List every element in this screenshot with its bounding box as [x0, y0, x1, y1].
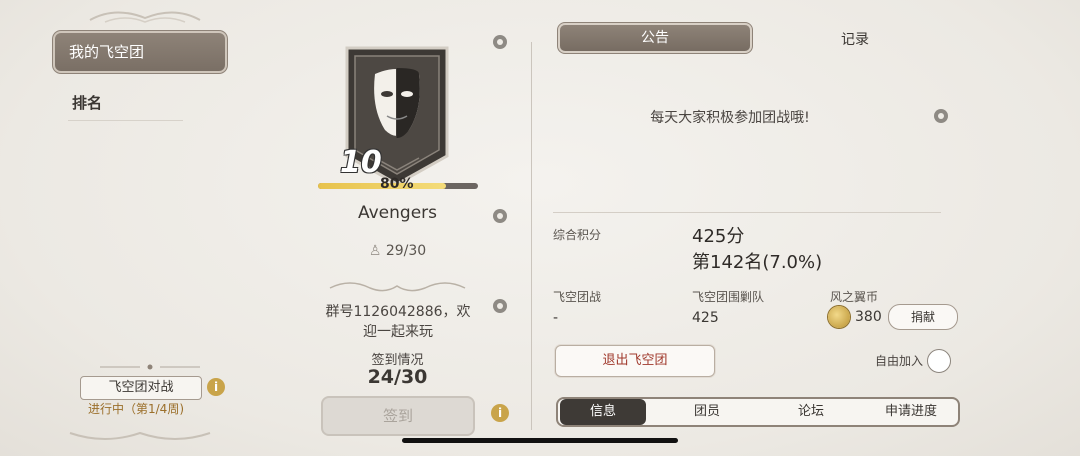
team-description: 群号1126042886，欢 迎一起来玩	[318, 302, 478, 342]
info-icon[interactable]: i	[207, 378, 225, 396]
description-line: 迎一起来玩	[363, 324, 433, 340]
my-team-button[interactable]: 我的飞空团	[55, 33, 225, 71]
team-battle-button[interactable]: 飞空团对战	[80, 376, 202, 400]
settings-gear-icon[interactable]	[491, 297, 509, 315]
tab-notice[interactable]: 公告	[560, 25, 750, 51]
rank-underline	[68, 120, 183, 121]
exp-percent: 80%	[380, 176, 414, 192]
bottom-left-ornament	[69, 431, 211, 440]
rank-menu-item[interactable]: 排名	[72, 92, 102, 113]
top-left-ornament	[89, 11, 201, 23]
rank-value: 第142名(7.0%)	[692, 252, 823, 273]
bottom-tab-bar: 信息 团员 论坛 申请进度	[556, 397, 960, 427]
tab-application-progress[interactable]: 申请进度	[866, 399, 956, 425]
description-ornament	[329, 282, 466, 292]
battle-value: -	[553, 310, 559, 326]
coin-value: 380	[855, 309, 882, 325]
score-label: 综合积分	[553, 228, 602, 242]
notice-text: 每天大家积极参加团战哦!	[650, 110, 810, 126]
team-name: Avengers	[357, 203, 438, 223]
free-join-toggle[interactable]	[927, 349, 951, 373]
battle-progress-text: 进行中（第1/4周)	[88, 402, 184, 416]
description-line: 群号1126042886，欢	[325, 304, 471, 320]
checkin-button[interactable]: 签到	[321, 396, 475, 436]
score-value: 425分	[692, 226, 745, 247]
battle-divider-ornament	[100, 364, 200, 370]
column-divider	[531, 42, 532, 430]
member-person-icon: ♙	[368, 243, 382, 259]
battle-label: 飞空团战	[553, 290, 602, 304]
donate-button[interactable]: 捐献	[888, 304, 958, 330]
checkin-count: 24/30	[367, 366, 428, 388]
home-indicator	[402, 438, 678, 443]
leave-team-button[interactable]: 退出飞空团	[555, 345, 715, 377]
settings-gear-icon[interactable]	[932, 107, 950, 125]
settings-gear-icon[interactable]	[491, 207, 509, 225]
info-icon[interactable]: i	[491, 404, 509, 422]
tab-forum[interactable]: 论坛	[766, 399, 856, 425]
tab-record[interactable]: 记录	[820, 29, 890, 49]
member-count-text: 29/30	[385, 243, 427, 259]
member-count: ♙ 29/30	[300, 243, 495, 259]
section-divider	[553, 212, 941, 213]
coin-icon	[828, 306, 850, 328]
tab-info[interactable]: 信息	[560, 399, 646, 425]
tab-members[interactable]: 团员	[662, 399, 752, 425]
raid-value: 425	[692, 310, 719, 326]
raid-label: 飞空团围剿队	[692, 290, 765, 304]
coin-label: 风之翼币	[830, 290, 879, 304]
settings-gear-icon[interactable]	[491, 33, 509, 51]
team-level: 10	[340, 145, 382, 180]
free-join-label: 自由加入	[875, 354, 924, 368]
